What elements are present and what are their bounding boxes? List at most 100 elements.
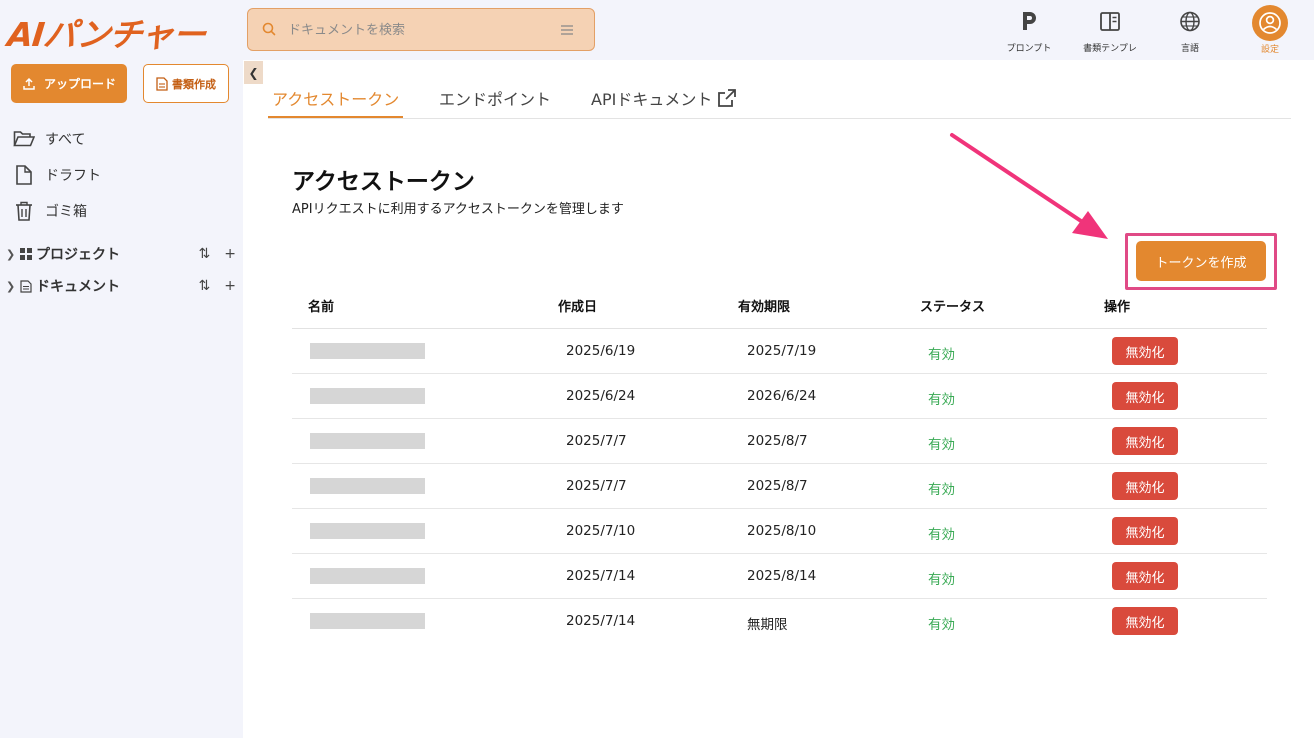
- table-row: 2025/7/14 2025/8/14 有効 無効化: [292, 554, 1267, 599]
- token-name-redacted: [310, 433, 425, 449]
- status-badge: 有効: [928, 572, 955, 588]
- table-row: 2025/7/7 2025/8/7 有効 無効化: [292, 419, 1267, 464]
- expiry-date: 2025/8/10: [747, 523, 817, 539]
- search-input[interactable]: [288, 19, 548, 41]
- sidebar-section-projects[interactable]: ❯ プロジェクト ⇅ +: [6, 243, 236, 265]
- sidebar-section-documents[interactable]: ❯ ドキュメント ⇅ +: [6, 275, 236, 297]
- tab-access-tokens[interactable]: アクセストークン: [272, 86, 399, 110]
- disable-token-button[interactable]: 無効化: [1112, 427, 1178, 455]
- file-icon: [16, 165, 32, 185]
- page-title: アクセストークン: [292, 169, 475, 195]
- sidebar-item-draft-label: ドラフト: [45, 168, 101, 184]
- topnav-settings-label: 設定: [1260, 45, 1279, 55]
- disable-token-button[interactable]: 無効化: [1112, 382, 1178, 410]
- page-subtitle: APIリクエストに利用するアクセストークンを管理します: [292, 202, 624, 217]
- expiry-date: 2025/7/19: [747, 343, 817, 359]
- status-badge: 有効: [928, 482, 955, 498]
- document-icon: [20, 279, 32, 293]
- disable-token-button[interactable]: 無効化: [1112, 472, 1178, 500]
- topnav-prompt-label: プロンプト: [1006, 44, 1052, 54]
- status-badge: 有効: [928, 392, 955, 408]
- annotation-arrow-icon: [950, 133, 1108, 239]
- template-icon: [1100, 12, 1120, 31]
- search-icon: [262, 22, 276, 36]
- tab-bar: アクセストークン エンドポイント APIドキュメント: [268, 80, 1291, 119]
- sidebar-item-draft[interactable]: ドラフト: [13, 163, 101, 187]
- status-badge: 有効: [928, 437, 955, 453]
- collapse-sidebar-button[interactable]: ❮: [244, 61, 263, 84]
- top-bar: AIパンチャー プロンプト 書類テンプレ: [0, 0, 1314, 60]
- tab-endpoints[interactable]: エンドポイント: [439, 86, 551, 110]
- disable-token-button[interactable]: 無効化: [1112, 517, 1178, 545]
- header-created: 作成日: [558, 300, 598, 315]
- token-name-redacted: [310, 523, 425, 539]
- table-header: 名前 作成日 有効期限 ステータス 操作: [292, 284, 1267, 329]
- chevron-right-icon[interactable]: ❯: [6, 280, 20, 293]
- table-row: 2025/6/19 2025/7/19 有効 無効化: [292, 329, 1267, 374]
- sidebar-item-trash[interactable]: ゴミ箱: [13, 199, 87, 223]
- disable-token-button[interactable]: 無効化: [1112, 562, 1178, 590]
- sidebar-item-trash-label: ゴミ箱: [45, 204, 87, 220]
- chevron-left-icon: ❮: [248, 65, 259, 80]
- upload-button[interactable]: アップロード: [11, 64, 127, 103]
- app-logo[interactable]: AIパンチャー: [5, 8, 207, 56]
- sort-icon[interactable]: ⇅: [199, 278, 211, 294]
- active-tab-indicator: [268, 116, 403, 118]
- p-icon: [1023, 12, 1036, 30]
- expiry-date: 2025/8/7: [747, 478, 808, 494]
- sidebar-item-all-label: すべて: [45, 132, 86, 148]
- tab-api-docs[interactable]: APIドキュメント: [591, 86, 737, 110]
- disable-token-button[interactable]: 無効化: [1112, 337, 1178, 365]
- add-project-icon[interactable]: +: [224, 246, 236, 262]
- sidebar-section-projects-label: プロジェクト: [36, 247, 120, 263]
- table-row: 2025/7/7 2025/8/7 有効 無効化: [292, 464, 1267, 509]
- external-link-icon: [718, 89, 737, 107]
- topnav-language-label: 言語: [1180, 44, 1199, 54]
- create-document-button[interactable]: 書類作成: [143, 64, 229, 103]
- tokens-table: 名前 作成日 有効期限 ステータス 操作 2025/6/19 2025/7/19…: [292, 284, 1267, 644]
- user-settings-icon: [1252, 5, 1288, 41]
- sidebar: アップロード 書類作成 すべて ドラフト ゴミ箱 ❯ プロジェクト ⇅ + ❯ …: [0, 60, 243, 738]
- expiry-date: 2026/6/24: [747, 388, 817, 404]
- status-badge: 有効: [928, 617, 955, 633]
- globe-icon: [1180, 11, 1200, 32]
- disable-token-button[interactable]: 無効化: [1112, 607, 1178, 635]
- header-actions: 操作: [1104, 300, 1131, 315]
- topnav-language[interactable]: 言語: [1160, 8, 1220, 54]
- token-name-redacted: [310, 568, 425, 584]
- header-status: ステータス: [920, 300, 986, 315]
- topnav-template[interactable]: 書類テンプレ: [1080, 8, 1140, 54]
- created-date: 2025/6/24: [566, 388, 636, 404]
- search-bar[interactable]: [247, 8, 595, 51]
- menu-icon[interactable]: [560, 23, 574, 37]
- topnav-settings[interactable]: 設定: [1240, 5, 1300, 55]
- sort-icon[interactable]: ⇅: [199, 246, 211, 262]
- trash-icon: [16, 201, 32, 221]
- table-row: 2025/7/10 2025/8/10 有効 無効化: [292, 509, 1267, 554]
- header-name: 名前: [308, 300, 335, 315]
- grid-icon: [20, 248, 32, 260]
- create-token-button[interactable]: トークンを作成: [1136, 241, 1266, 281]
- topnav-template-label: 書類テンプレ: [1083, 44, 1137, 54]
- created-date: 2025/7/14: [566, 568, 636, 584]
- sidebar-item-all[interactable]: すべて: [13, 127, 85, 151]
- table-row: 2025/7/14 無期限 有効 無効化: [292, 599, 1267, 644]
- add-document-icon[interactable]: +: [224, 278, 236, 294]
- token-name-redacted: [310, 343, 425, 359]
- created-date: 2025/7/7: [566, 433, 627, 449]
- status-badge: 有効: [928, 347, 955, 363]
- created-date: 2025/7/7: [566, 478, 627, 494]
- token-name-redacted: [310, 478, 425, 494]
- created-date: 2025/7/14: [566, 613, 636, 629]
- create-document-label: 書類作成: [172, 77, 216, 91]
- sidebar-section-documents-label: ドキュメント: [36, 279, 120, 295]
- upload-button-label: アップロード: [43, 77, 116, 91]
- folder-open-icon: [13, 131, 35, 147]
- table-row: 2025/6/24 2026/6/24 有効 無効化: [292, 374, 1267, 419]
- created-date: 2025/7/10: [566, 523, 636, 539]
- expiry-date: 無期限: [747, 617, 788, 633]
- header-expires: 有効期限: [738, 300, 791, 315]
- topnav-prompt[interactable]: プロンプト: [999, 8, 1059, 54]
- chevron-right-icon[interactable]: ❯: [6, 248, 20, 261]
- upload-icon: [23, 77, 35, 90]
